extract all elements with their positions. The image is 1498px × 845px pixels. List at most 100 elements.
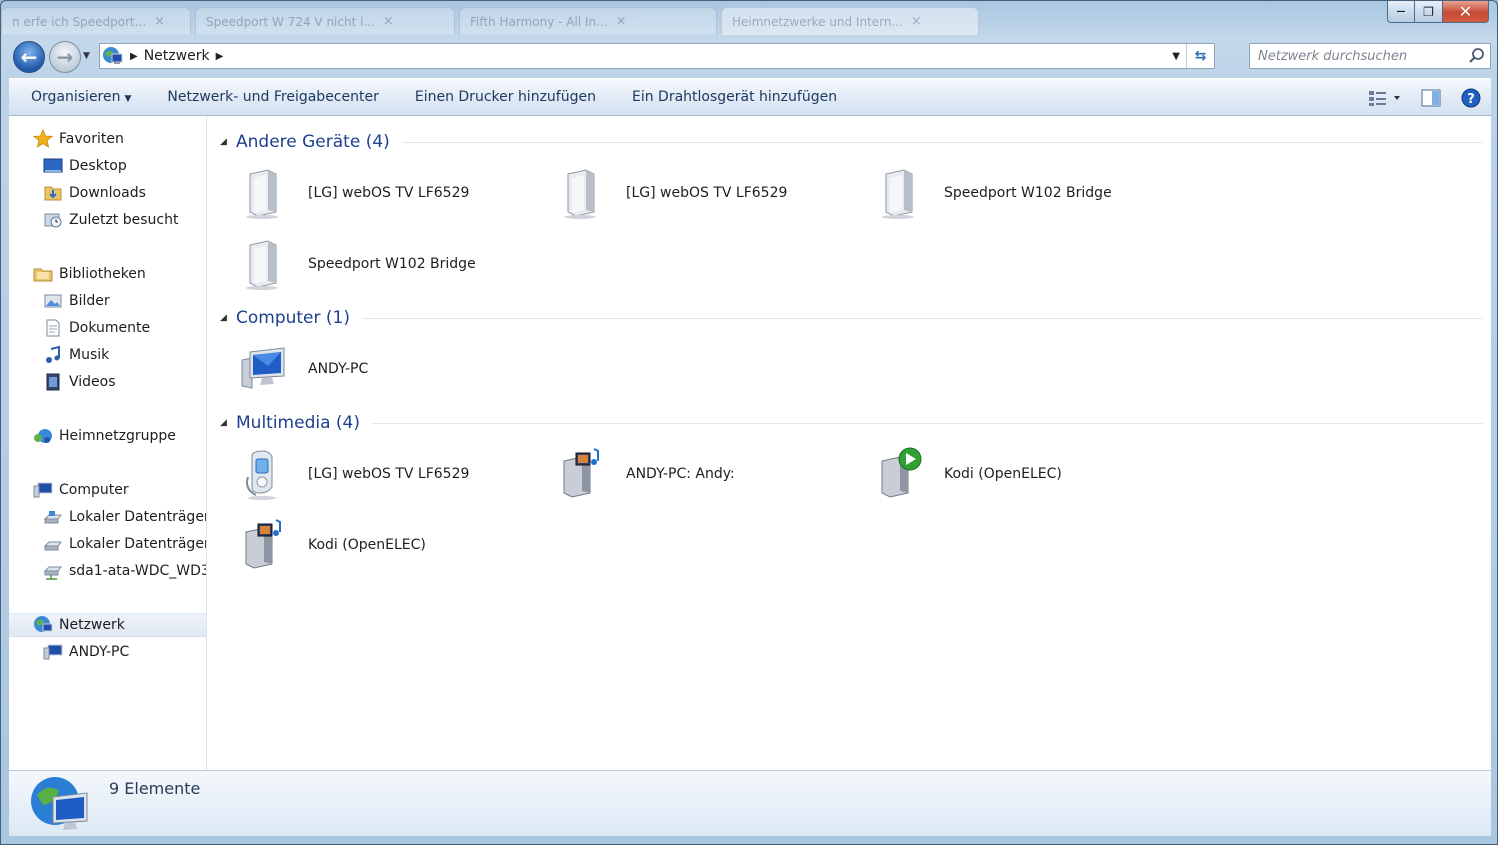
device-tile[interactable]: [LG] webOS TV LF6529: [536, 165, 836, 221]
view-details-icon: [1369, 91, 1400, 106]
address-row: ← → ▼ ▶ Netzwerk ▶ ▼ ⇆ Netzwerk durchsuc…: [11, 39, 1491, 73]
nav-desktop[interactable]: Desktop: [9, 154, 206, 178]
network-center-button[interactable]: Netzwerk- und Freigabecenter: [149, 89, 396, 105]
downloads-folder-icon: [44, 186, 62, 201]
generic-device-icon: [246, 169, 278, 219]
computer-tile[interactable]: ANDY-PC: [218, 341, 518, 397]
collapse-triangle-icon[interactable]: ◢: [220, 313, 236, 323]
content-pane[interactable]: ◢ Andere Geräte (4) [LG] webOS TV LF6529: [208, 116, 1491, 770]
device-tile[interactable]: Speedport W102 Bridge: [854, 165, 1154, 221]
nav-pictures[interactable]: Bilder: [9, 289, 206, 313]
maximize-button[interactable]: ❐: [1415, 1, 1443, 23]
nav-computer[interactable]: Computer: [9, 478, 206, 502]
bg-tab-4[interactable]: Heimnetzwerke und Intern... ×: [721, 7, 979, 35]
collapse-triangle-icon[interactable]: ◢: [220, 137, 236, 147]
nav-andy-pc[interactable]: ANDY-PC: [9, 640, 206, 664]
preview-pane-icon: [1421, 89, 1441, 107]
network-globe-icon: [103, 47, 123, 64]
recent-pages-dropdown[interactable]: ▼: [83, 51, 93, 61]
group-header-multimedia[interactable]: ◢ Multimedia (4): [220, 411, 1483, 435]
help-button[interactable]: ?: [1451, 79, 1491, 117]
nav-documents[interactable]: Dokumente: [9, 316, 206, 340]
address-bar[interactable]: ▶ Netzwerk ▶ ▼ ⇆: [99, 43, 1215, 69]
breadcrumb-network[interactable]: Netzwerk: [144, 48, 210, 64]
group-header-other-devices[interactable]: ◢ Andere Geräte (4): [220, 130, 1483, 154]
nav-favorites[interactable]: Favoriten: [9, 127, 206, 151]
add-printer-button[interactable]: Einen Drucker hinzufügen: [397, 89, 614, 105]
search-icon[interactable]: [1468, 47, 1486, 65]
pictures-icon: [44, 294, 62, 308]
media-server-icon: [563, 448, 599, 498]
view-options-button[interactable]: [1359, 79, 1411, 117]
help-icon: ?: [1461, 88, 1481, 108]
media-renderer-tile[interactable]: Kodi (OpenELEC): [854, 446, 1154, 502]
background-browser-tabs: n erfe ich Speedport... × Speedport W 724…: [1, 1, 1001, 39]
minimize-button[interactable]: —: [1387, 1, 1415, 23]
star-icon: [33, 129, 53, 148]
bg-tab-1[interactable]: n erfe ich Speedport... ×: [1, 7, 191, 35]
bg-tab-2[interactable]: Speedport W 724 V nicht i... ×: [195, 7, 455, 35]
arrow-left-icon: ←: [20, 45, 38, 69]
hard-drive-icon: [43, 541, 62, 551]
forward-button[interactable]: →: [49, 41, 81, 73]
network-globe-icon: [31, 777, 88, 830]
nav-videos[interactable]: Videos: [9, 370, 206, 394]
computer-icon: [33, 482, 53, 498]
hard-drive-icon: [43, 511, 62, 524]
arrow-right-icon: →: [56, 45, 74, 69]
nav-local-disk-2[interactable]: Lokaler Datenträger: [9, 532, 206, 556]
media-server-tile[interactable]: ANDY-PC: Andy:: [536, 446, 836, 502]
breadcrumb-separator-icon[interactable]: ▶: [130, 51, 138, 62]
media-player-icon: [246, 450, 276, 500]
command-bar: Organisieren ▼ Netzwerk- und Freigabecent…: [9, 78, 1491, 116]
media-server-tile[interactable]: Kodi (OpenELEC): [218, 517, 518, 573]
music-icon: [46, 345, 60, 363]
svg-text:?: ?: [1467, 92, 1475, 107]
generic-device-icon: [246, 240, 278, 290]
toolbar-right: ?: [1359, 79, 1491, 117]
device-tile[interactable]: Speedport W102 Bridge: [218, 236, 518, 292]
nav-recent[interactable]: Zuletzt besucht: [9, 208, 206, 232]
nav-local-disk-1[interactable]: Lokaler Datenträger: [9, 505, 206, 529]
back-button[interactable]: ←: [13, 41, 45, 73]
refresh-button[interactable]: ⇆: [1186, 44, 1214, 68]
breadcrumb-separator-icon[interactable]: ▶: [216, 51, 224, 62]
device-tile[interactable]: [LG] webOS TV LF6529: [218, 165, 518, 221]
nav-libraries[interactable]: Bibliotheken: [9, 262, 206, 286]
status-bar: 9 Elemente: [9, 770, 1491, 836]
search-input[interactable]: Netzwerk durchsuchen: [1249, 43, 1491, 69]
desktop-icon: [43, 158, 63, 173]
media-renderer-icon: [881, 447, 922, 498]
nav-network[interactable]: Netzwerk: [9, 613, 206, 637]
network-icon: [34, 616, 53, 632]
generic-device-icon: [882, 169, 914, 219]
network-drive-icon: [43, 566, 62, 580]
videos-icon: [46, 373, 60, 391]
address-dropdown-icon[interactable]: ▼: [1172, 51, 1180, 62]
generic-device-icon: [564, 169, 596, 219]
status-item-count: 9 Elemente: [109, 779, 201, 798]
navigation-pane[interactable]: Favoriten Desktop Downloads Zuletzt besu…: [9, 116, 207, 770]
homegroup-icon: [34, 429, 52, 443]
nav-homegroup[interactable]: Heimnetzgruppe: [9, 424, 206, 448]
media-server-icon: [245, 519, 281, 569]
bg-tab-3[interactable]: Fifth Harmony - All In... ×: [459, 7, 717, 35]
explorer-window: n erfe ich Speedport... × Speedport W 724…: [0, 0, 1498, 845]
nav-sda1[interactable]: sda1-ata-WDC_WD3: [9, 559, 206, 583]
refresh-icon: ⇆: [1194, 48, 1207, 64]
nav-downloads[interactable]: Downloads: [9, 181, 206, 205]
caption-buttons: — ❐ ✕: [1387, 1, 1489, 23]
collapse-triangle-icon[interactable]: ◢: [220, 418, 236, 428]
documents-icon: [46, 319, 60, 337]
organize-menu[interactable]: Organisieren ▼: [9, 89, 149, 105]
group-header-computer[interactable]: ◢ Computer (1): [220, 306, 1483, 330]
media-device-tile[interactable]: [LG] webOS TV LF6529: [218, 446, 518, 502]
libraries-icon: [33, 268, 53, 282]
nav-music[interactable]: Musik: [9, 343, 206, 367]
preview-pane-button[interactable]: [1411, 79, 1451, 117]
computer-icon: [43, 644, 63, 660]
explorer-main: Favoriten Desktop Downloads Zuletzt besu…: [9, 116, 1491, 770]
close-button[interactable]: ✕: [1443, 1, 1489, 23]
computer-icon: [241, 347, 285, 389]
add-wireless-button[interactable]: Ein Drahtlosgerät hinzufügen: [614, 89, 855, 105]
